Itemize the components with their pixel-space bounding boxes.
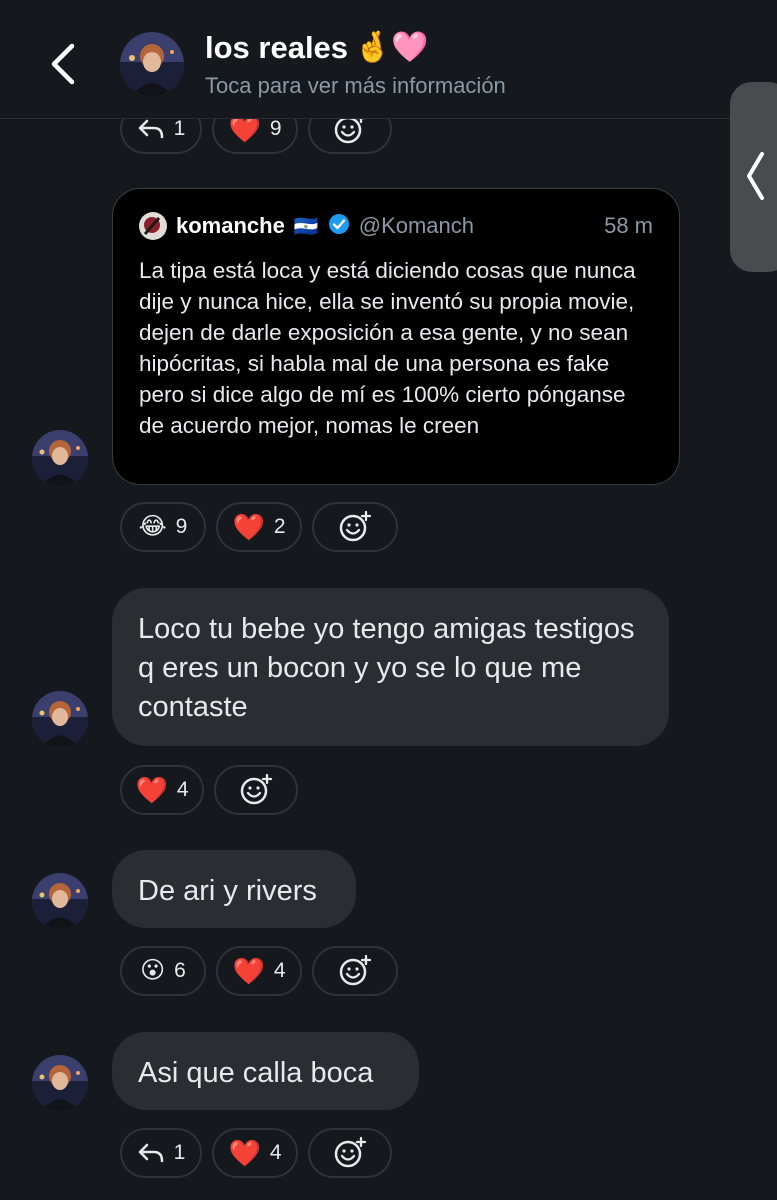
avatar-image — [32, 873, 88, 929]
message-text: Asi que calla boca — [138, 1057, 374, 1089]
heart-icon: ❤️ — [232, 956, 265, 986]
quoted-author-avatar — [139, 212, 167, 240]
quoted-author-name: komanche — [176, 213, 285, 238]
add-reaction-button[interactable] — [308, 1128, 392, 1178]
message-bubble[interactable]: Loco tu bebe yo tengo amigas testigos q … — [112, 588, 669, 746]
heart-icon: ❤️ — [135, 775, 168, 805]
sender-avatar[interactable] — [32, 430, 88, 486]
avatar-image — [120, 32, 184, 96]
quoted-post-text: La tipa está loca y está diciendo cosas … — [139, 258, 636, 438]
chat-title: los reales — [205, 30, 349, 65]
reactions-row: 😮 6 ❤️ 4 — [120, 946, 398, 996]
quoted-post-time: 58 m — [604, 213, 653, 238]
sender-avatar[interactable] — [32, 691, 88, 747]
laugh-emoji-icon: 😂 — [138, 513, 167, 540]
reply-icon — [137, 1141, 165, 1165]
back-button[interactable] — [48, 42, 80, 86]
heart-count: 4 — [176, 778, 189, 801]
heart-count: 4 — [273, 959, 286, 982]
add-reaction-icon — [338, 954, 372, 988]
quoted-post-card[interactable]: komanche 🇸🇻 @Komanch 58 m La tipa está l… — [112, 188, 680, 485]
verified-badge-icon — [328, 213, 350, 240]
chat-header: los reales 🤞🩷 Toca para ver más informac… — [0, 0, 777, 119]
message-bubble[interactable]: Asi que calla boca — [112, 1032, 419, 1110]
heart-reaction-pill[interactable]: ❤️ 4 — [212, 1128, 298, 1178]
title-emojis: 🤞🩷 — [354, 31, 429, 64]
reactions-row: ❤️ 4 — [120, 765, 298, 815]
heart-count: 9 — [269, 117, 282, 140]
heart-reaction-pill[interactable]: ❤️ 4 — [120, 765, 204, 815]
chat-subtitle[interactable]: Toca para ver más información — [205, 73, 506, 99]
chat-title-row[interactable]: los reales 🤞🩷 — [205, 30, 429, 66]
quoted-author-handle: @Komanch — [358, 213, 475, 238]
add-reaction-button[interactable] — [312, 946, 398, 996]
message-text: Loco tu bebe yo tengo amigas testigos q … — [138, 613, 635, 723]
heart-icon: ❤️ — [228, 114, 261, 144]
quoted-post-header: komanche 🇸🇻 @Komanch 58 m — [139, 209, 653, 243]
add-reaction-icon — [239, 773, 273, 807]
reply-count-pill[interactable]: 1 — [120, 1128, 202, 1178]
wow-reaction-pill[interactable]: 😮 6 — [120, 946, 206, 996]
heart-reaction-pill[interactable]: ❤️ 2 — [216, 502, 302, 552]
heart-count: 2 — [273, 515, 286, 538]
heart-icon: ❤️ — [232, 512, 265, 542]
chevron-left-icon — [51, 43, 75, 85]
reactions-row: 1 ❤️ 4 — [120, 1128, 392, 1178]
add-reaction-icon — [338, 510, 372, 544]
add-reaction-button[interactable] — [312, 502, 398, 552]
wow-count: 6 — [174, 959, 186, 982]
reactions-row: 😂 9 ❤️ 2 — [120, 502, 398, 552]
heart-count: 4 — [269, 1141, 282, 1164]
laugh-count: 9 — [175, 515, 188, 538]
heart-reaction-pill[interactable]: ❤️ 4 — [216, 946, 302, 996]
wow-emoji-icon: 😮 — [140, 957, 166, 984]
avatar-image — [32, 430, 88, 486]
message-text: De ari y rivers — [138, 875, 317, 907]
reply-count: 1 — [173, 1141, 186, 1164]
flag-icon: 🇸🇻 — [293, 215, 319, 238]
sender-avatar[interactable] — [32, 873, 88, 929]
sender-avatar[interactable] — [32, 1055, 88, 1111]
reply-count: 1 — [173, 117, 186, 140]
chevron-left-icon — [747, 152, 764, 200]
avatar-image — [32, 1055, 88, 1111]
add-reaction-button[interactable] — [214, 765, 298, 815]
reply-icon — [137, 117, 165, 141]
group-avatar[interactable] — [120, 32, 184, 96]
side-panel-handle[interactable] — [730, 82, 777, 272]
laugh-reaction-pill[interactable]: 😂 9 — [120, 502, 206, 552]
message-bubble[interactable]: De ari y rivers — [112, 850, 356, 928]
avatar-image — [32, 691, 88, 747]
add-reaction-icon — [333, 1136, 367, 1170]
heart-icon: ❤️ — [228, 1138, 261, 1168]
